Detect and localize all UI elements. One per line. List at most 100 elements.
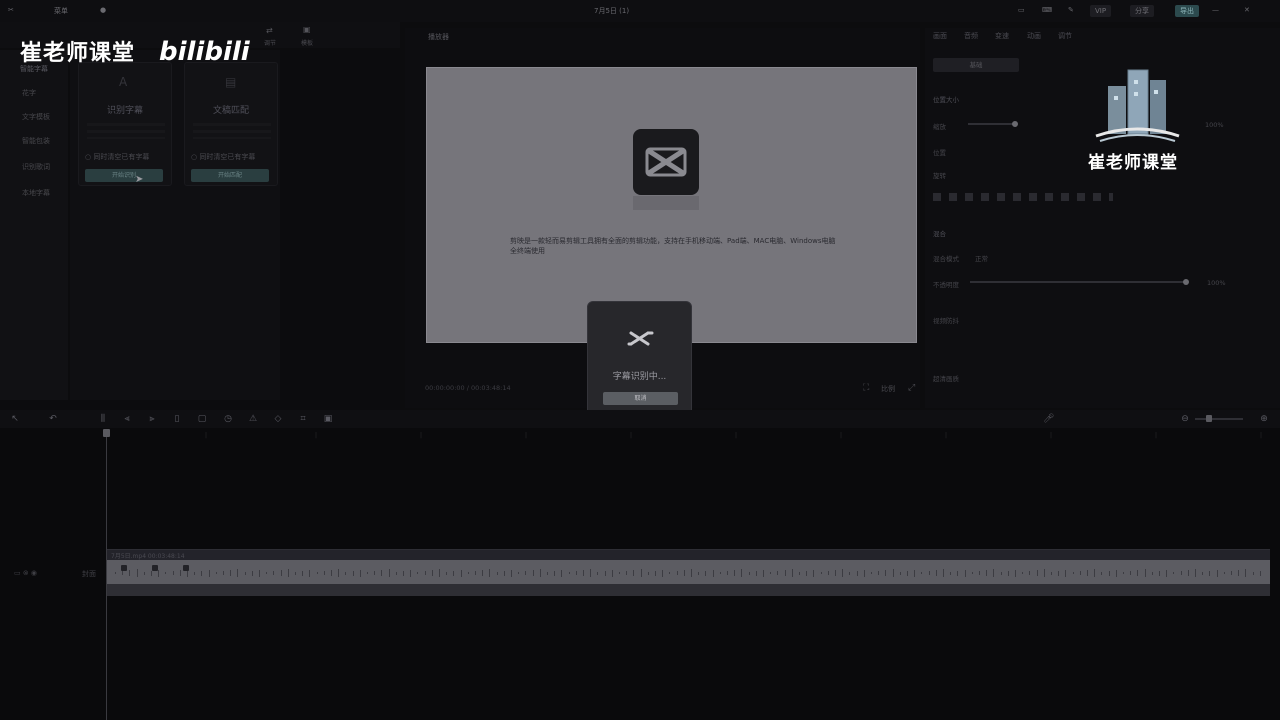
sidebar-item-text-template[interactable]: 文字模板 — [22, 112, 50, 122]
waveform-tick — [201, 570, 203, 576]
opacity-slider-knob[interactable] — [1183, 279, 1189, 285]
tab-adjust[interactable]: 调节 — [1058, 31, 1072, 41]
sidebar-item-fancy-text[interactable]: 花字 — [22, 88, 36, 98]
waveform-tick — [928, 571, 930, 575]
cancel-button[interactable]: 取消 — [603, 392, 678, 405]
crop-icon[interactable]: ⌗ — [298, 414, 308, 424]
time-readout: 00:00:00:00 / 00:03:48:14 — [425, 384, 511, 392]
layout-icon[interactable]: ▭ — [1018, 6, 1025, 14]
sidebar-item-lyrics[interactable]: 识别歌词 — [22, 162, 50, 172]
export-button[interactable]: 导出 — [1175, 5, 1199, 17]
menu-button[interactable]: 菜单 — [54, 6, 68, 16]
blend-mode-select[interactable]: 正常 — [975, 253, 988, 263]
track-lock-icon[interactable]: ▭ ⊗ ◉ — [14, 569, 37, 577]
mouse-cursor-icon: ➤ — [135, 174, 144, 185]
waveform-tick — [381, 570, 383, 576]
waveform-tick — [712, 569, 714, 577]
ratio-icon[interactable]: 比例 — [881, 384, 895, 394]
hd-toggle[interactable]: 超清画质 — [933, 373, 959, 383]
waveform-tick — [345, 571, 347, 575]
playhead[interactable] — [106, 429, 107, 720]
share-button[interactable]: 分享 — [1130, 5, 1154, 17]
sidebar-item-smart-pack[interactable]: 智能包装 — [22, 136, 50, 146]
waveform-tick — [453, 570, 455, 576]
sidebar-item-local-subtitle[interactable]: 本地字幕 — [22, 188, 50, 198]
zoom-out-icon[interactable]: ⊖ — [1180, 414, 1190, 424]
waveform-tick — [424, 571, 426, 575]
position-label: 位置 — [933, 149, 946, 157]
tab-animation[interactable]: 动画 — [1027, 31, 1041, 41]
tab-adjust[interactable]: 调节 — [264, 38, 276, 47]
mic-icon[interactable]: 🎤︎ — [1043, 414, 1054, 424]
tab-basic[interactable]: 基础 — [933, 58, 1019, 72]
scale-slider-knob[interactable] — [1012, 121, 1018, 127]
video-clip[interactable] — [107, 560, 1270, 584]
waveform-tick — [266, 572, 268, 574]
clear-subtitle-checkbox[interactable]: ○ 同时清空已有字幕 — [191, 152, 255, 162]
undo-icon[interactable]: ↶ — [48, 414, 58, 424]
waveform-tick — [259, 569, 260, 577]
waveform-tick — [849, 571, 851, 575]
logo-reflection — [633, 196, 699, 210]
template-tab-icon[interactable]: ▣ — [303, 25, 311, 34]
checkbox-label: 同时清空已有字幕 — [93, 153, 150, 161]
delete-icon[interactable]: ▯ — [172, 414, 182, 424]
waveform-tick — [539, 569, 541, 577]
play-icon[interactable]: ◷ — [223, 414, 233, 424]
split-left-icon[interactable]: ⫷ — [122, 414, 132, 424]
split-icon[interactable]: ⫼ — [98, 414, 108, 424]
zoom-slider-knob[interactable] — [1206, 415, 1212, 422]
fit-icon[interactable]: ⛶ — [863, 383, 869, 393]
opacity-slider[interactable] — [970, 281, 1186, 283]
waveform-tick — [691, 569, 692, 577]
waveform-tick — [777, 571, 779, 575]
waveform-tick — [748, 571, 750, 575]
cover-button[interactable]: 封面 — [82, 569, 96, 579]
playhead-handle[interactable] — [103, 429, 110, 437]
waveform-tick — [1072, 572, 1074, 574]
clip-marker[interactable] — [183, 565, 189, 571]
close-icon[interactable]: ✕ — [1244, 6, 1250, 14]
tab-template[interactable]: 模板 — [301, 38, 313, 47]
warning-icon[interactable]: ⚠ — [248, 414, 258, 424]
rotate-icon[interactable]: ◇ — [273, 414, 283, 424]
shortcut-icon[interactable]: ⌨ — [1042, 6, 1052, 14]
waveform-tick — [482, 570, 484, 576]
vip-button[interactable]: VIP — [1090, 5, 1112, 17]
waveform-tick — [1036, 570, 1038, 576]
align-buttons[interactable] — [933, 193, 1113, 201]
zoom-in-icon[interactable]: ⊕ — [1259, 414, 1269, 424]
waveform-tick — [1180, 571, 1182, 575]
tab-speed[interactable]: 变速 — [995, 31, 1009, 41]
minimize-icon[interactable]: — — [1212, 6, 1219, 14]
image-icon[interactable]: ▣ — [323, 414, 333, 424]
capcut-logo-icon — [633, 129, 699, 195]
video-clip-header[interactable]: 7月5日.mp4 00:03:48:14 — [107, 549, 1270, 560]
scale-value[interactable]: 100% — [1205, 121, 1224, 129]
zoom-slider[interactable] — [1195, 418, 1243, 420]
waveform-tick — [568, 572, 570, 574]
waveform-tick — [352, 570, 354, 576]
start-match-button[interactable]: 开始匹配 — [191, 169, 269, 182]
clear-subtitle-checkbox[interactable]: ○ 同时清空已有字幕 — [85, 152, 149, 162]
tab-audio[interactable]: 音频 — [964, 31, 978, 41]
start-recognize-button[interactable]: 开始识别 — [85, 169, 163, 182]
clip-marker[interactable] — [121, 565, 127, 571]
clip-marker[interactable] — [152, 565, 158, 571]
tab-picture[interactable]: 画面 — [933, 31, 947, 41]
waveform-tick — [338, 569, 340, 577]
adjust-tab-icon[interactable]: ⇄ — [266, 26, 273, 35]
freeze-icon[interactable]: ▢ — [197, 414, 207, 424]
fullscreen-icon[interactable]: ⤢ — [908, 383, 915, 393]
scale-slider[interactable] — [968, 123, 1014, 125]
waveform-tick — [727, 571, 728, 575]
document-icon: ▤ — [225, 75, 237, 89]
opacity-value[interactable]: 100% — [1207, 279, 1226, 287]
waveform-tick — [547, 571, 548, 575]
stabilize-toggle[interactable]: 视频防抖 — [933, 315, 959, 325]
waveform-tick — [230, 570, 232, 576]
waveform-tick — [410, 569, 412, 577]
feedback-icon[interactable]: ✎ — [1068, 6, 1074, 14]
split-right-icon[interactable]: ⫸ — [147, 414, 157, 424]
select-tool-icon[interactable]: ↖ — [10, 414, 20, 424]
